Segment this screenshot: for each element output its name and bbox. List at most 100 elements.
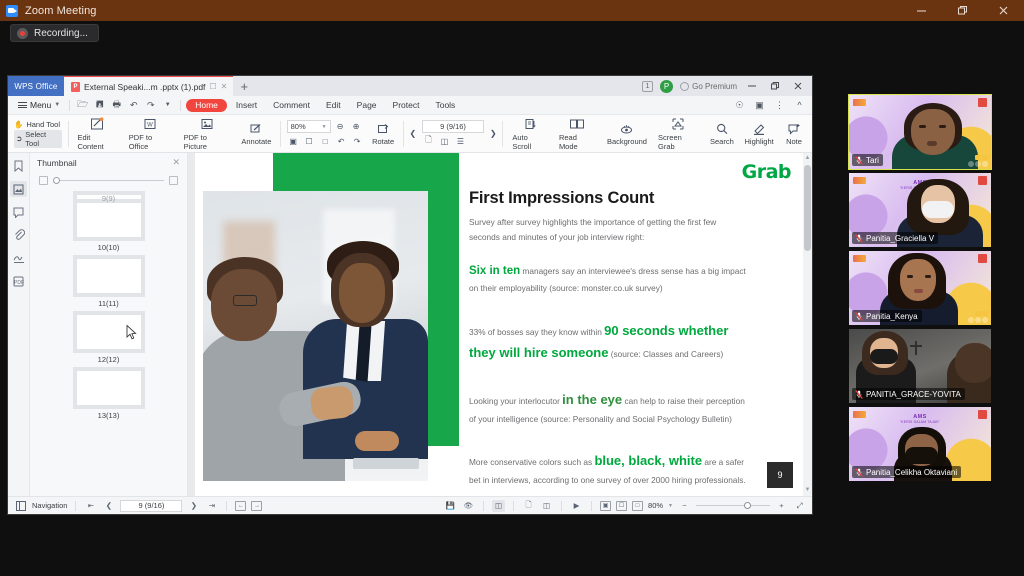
rotate-left-icon[interactable]: ↶ xyxy=(335,135,348,147)
participant-tile[interactable]: PANITIA_GRACE-YOVITA xyxy=(849,329,991,403)
new-tab-button[interactable]: + xyxy=(233,76,255,96)
continuous-scroll-icon[interactable]: ☰ xyxy=(454,135,467,147)
go-premium-button[interactable]: Go Premium xyxy=(680,81,737,91)
participant-tile[interactable]: AMS "KERIS DALAM TAJAK" Panitia_Graciell… xyxy=(849,173,991,247)
open-file-icon[interactable]: 🗁 xyxy=(75,98,90,112)
share-icon[interactable]: ☉ xyxy=(732,98,747,112)
edit-content-button[interactable]: Edit Content xyxy=(71,116,122,152)
comment-icon[interactable] xyxy=(10,204,27,220)
ribbon-tab-home[interactable]: Home xyxy=(186,98,227,112)
participant-tile[interactable]: Tari xyxy=(848,94,992,170)
signature-icon[interactable] xyxy=(10,250,27,266)
undo-icon[interactable]: ↶ xyxy=(126,98,141,112)
scrollbar-thumb[interactable] xyxy=(804,165,811,251)
scroll-up-icon[interactable]: ▲ xyxy=(804,154,811,163)
thumbnail-item[interactable]: 13(13) xyxy=(30,367,187,420)
ribbon-tab-tools[interactable]: Tools xyxy=(428,99,462,111)
save-as-icon[interactable]: 💾 xyxy=(444,500,457,512)
document-scrollbar[interactable]: ▲ ▼ xyxy=(803,153,812,496)
thumbnail-item[interactable]: 10(10) xyxy=(30,199,187,252)
ribbon-tab-protect[interactable]: Protect xyxy=(386,99,427,111)
monitor-icon[interactable]: ▣ xyxy=(752,98,767,112)
save-icon[interactable]: 🖪 xyxy=(92,98,107,112)
participant-controls[interactable] xyxy=(968,155,988,167)
tab-close-icon[interactable]: ✕ xyxy=(221,82,228,91)
thumbnail-size-slider[interactable] xyxy=(30,172,187,189)
last-page-icon[interactable]: ⇥ xyxy=(205,500,218,512)
print-icon[interactable]: 🖶 xyxy=(109,98,124,112)
fit-page-icon[interactable]: ☐ xyxy=(303,135,316,147)
collapse-ribbon-icon[interactable]: ^ xyxy=(792,98,807,112)
highlight-button[interactable]: Highlight xyxy=(739,116,779,152)
hand-tool-button[interactable]: ✋ Hand Tool xyxy=(14,120,60,129)
zoom-out-icon[interactable]: − xyxy=(678,500,691,512)
zoom-in-icon[interactable]: + xyxy=(775,500,788,512)
fit-page-icon[interactable]: ☐ xyxy=(616,500,628,511)
bookmark-icon[interactable] xyxy=(10,158,27,174)
quick-access-chevron-icon[interactable]: ▼ xyxy=(160,98,175,112)
close-icon[interactable] xyxy=(983,0,1024,21)
recording-indicator[interactable]: Recording... xyxy=(10,24,99,42)
page-number-input[interactable]: 9 (9/16) xyxy=(422,120,485,133)
ribbon-tab-edit[interactable]: Edit xyxy=(319,99,348,111)
zoom-level-select[interactable]: 80% ▼ xyxy=(286,120,331,133)
chevron-down-icon[interactable]: ▼ xyxy=(668,503,673,509)
slider-knob[interactable] xyxy=(53,177,60,184)
previous-page-icon[interactable]: ❮ xyxy=(407,128,419,140)
slider-track[interactable] xyxy=(53,177,164,184)
next-page-icon[interactable]: ❯ xyxy=(187,500,200,512)
thumbnail-item[interactable]: 12(12) xyxy=(30,311,187,364)
two-page-view-icon[interactable]: ◫ xyxy=(540,500,553,512)
participant-tile[interactable]: AMS "KERIS DALAM TAJAK" Panitia_Celikha … xyxy=(849,407,991,481)
more-options-icon[interactable]: ⋮ xyxy=(772,98,787,112)
wps-brand-tab[interactable]: WPS Office xyxy=(8,76,64,96)
navigation-label[interactable]: Navigation xyxy=(32,501,67,510)
fullscreen-icon[interactable]: ⤢ xyxy=(793,500,806,512)
tab-split-icon[interactable]: ☐ xyxy=(209,82,216,91)
fit-width-icon[interactable]: □ xyxy=(319,135,332,147)
pdf-to-picture-button[interactable]: PDF to Picture xyxy=(178,116,236,152)
zoom-slider-knob[interactable] xyxy=(744,502,751,509)
rotate-right-icon[interactable]: ↷ xyxy=(351,135,364,147)
menu-button[interactable]: Menu ▼ xyxy=(14,100,64,110)
close-icon[interactable]: ✕ xyxy=(172,157,180,168)
scroll-down-icon[interactable]: ▼ xyxy=(804,486,811,495)
thumbnail-list[interactable]: 9(9) 10(10) 11(11) 12(12) 13(13) xyxy=(30,189,187,496)
next-page-icon[interactable]: ❯ xyxy=(487,128,499,140)
actual-size-icon[interactable]: ▣ xyxy=(287,135,300,147)
single-page-view-icon[interactable]: 🗋 xyxy=(522,500,535,512)
window-count-icon[interactable]: 1 xyxy=(642,80,654,92)
actual-size-icon[interactable]: ▣ xyxy=(600,500,612,511)
participant-tile[interactable]: Panitia_Kenya xyxy=(849,251,991,325)
read-mode-button[interactable]: Read Mode xyxy=(553,116,602,152)
fit-width-icon[interactable]: □ xyxy=(632,500,644,511)
minimize-icon[interactable] xyxy=(901,0,942,21)
document-tab[interactable]: P External Speaki...m .pptx (1).pdf ☐ ✕ xyxy=(64,76,234,96)
previous-page-icon[interactable]: ❮ xyxy=(102,500,115,512)
annotate-button[interactable]: Annotate xyxy=(236,116,277,152)
first-page-icon[interactable]: ⇤ xyxy=(84,500,97,512)
pdf-to-office-button[interactable]: W PDF to Office xyxy=(123,116,178,152)
note-button[interactable]: Note xyxy=(779,116,809,152)
two-page-icon[interactable]: ◫ xyxy=(438,135,451,147)
slideshow-icon[interactable]: ▶ xyxy=(570,500,583,512)
wps-minimize-icon[interactable] xyxy=(744,79,760,93)
screen-grab-button[interactable]: Screen Grab xyxy=(652,116,705,152)
ribbon-tab-comment[interactable]: Comment xyxy=(266,99,317,111)
fit-height-icon[interactable]: ◫ xyxy=(492,499,506,512)
restore-icon[interactable] xyxy=(942,0,983,21)
single-page-icon[interactable]: 🗋 xyxy=(422,135,435,147)
collapse-right-icon[interactable]: → xyxy=(251,500,263,511)
ribbon-tab-page[interactable]: Page xyxy=(350,99,384,111)
eye-icon[interactable]: 👁 xyxy=(462,500,475,512)
background-button[interactable]: Background xyxy=(602,116,652,152)
search-button[interactable]: Search xyxy=(705,116,740,152)
zoom-slider[interactable] xyxy=(696,502,770,509)
thumbnail-panel-icon[interactable] xyxy=(10,181,27,197)
status-zoom-value[interactable]: 80% xyxy=(648,501,663,510)
navigation-icon[interactable] xyxy=(14,500,27,512)
participant-controls[interactable] xyxy=(968,311,988,323)
status-page-input[interactable]: 9 (9/16) xyxy=(120,499,183,512)
thumbnail-item-partial[interactable]: 9(9) xyxy=(72,191,145,203)
ribbon-tab-insert[interactable]: Insert xyxy=(229,99,264,111)
